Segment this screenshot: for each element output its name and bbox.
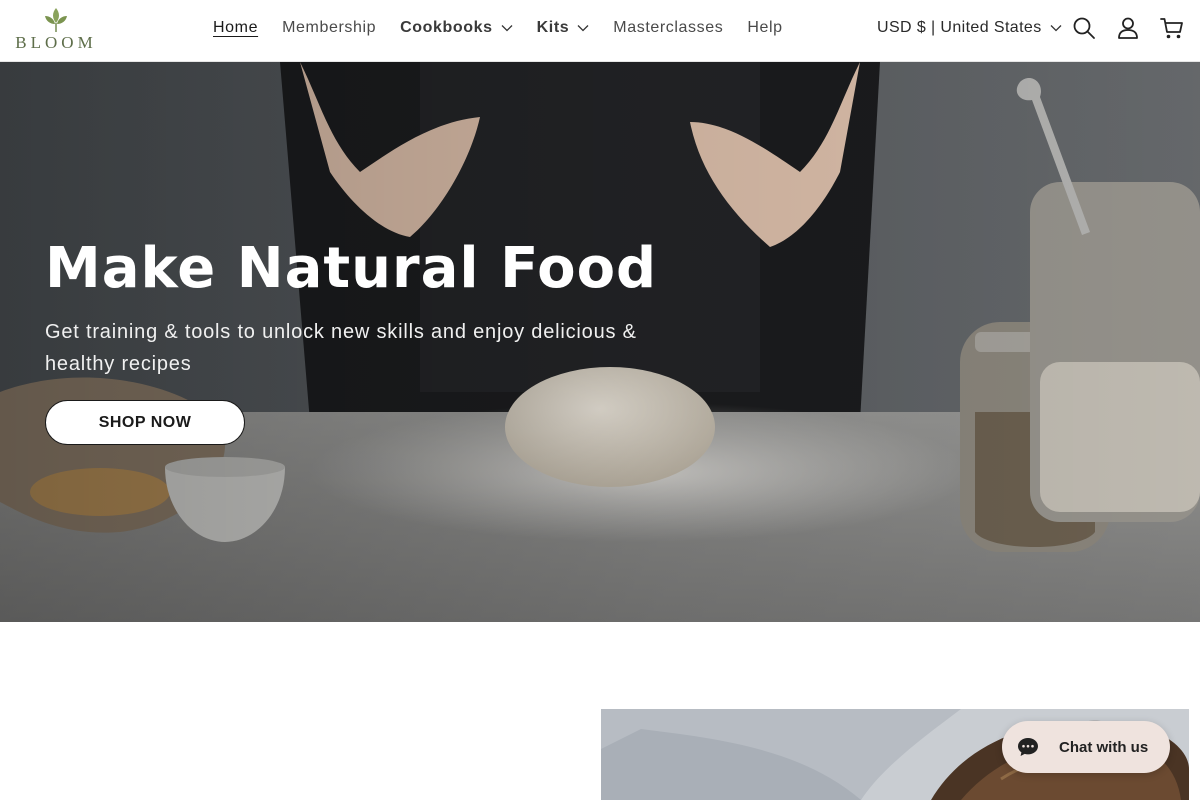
cart-button[interactable] [1159,15,1185,41]
nav-item-kits[interactable]: Kits [537,19,590,37]
nav-item-cookbooks[interactable]: Cookbooks [400,19,513,37]
leaf-logo-icon [45,8,67,32]
hero-banner: Make Natural Food Get training & tools t… [0,62,1200,622]
account-icon [1118,17,1138,39]
nav-item-label: Membership [282,19,377,36]
shop-now-button[interactable]: SHOP NOW [45,400,245,445]
nav-item-label: Home [213,19,259,36]
chat-bubble-icon [1018,738,1038,756]
chat-label: Chat with us [1059,738,1149,756]
nav-item-help[interactable]: Help [747,19,782,37]
hero-title: Make Natural Food [45,236,658,301]
logo-wordmark: BLOOM [15,33,97,52]
chevron-down-icon [577,25,589,32]
hero-subtitle: Get training & tools to unlock new skill… [45,321,637,375]
chat-widget-button[interactable]: Chat with us [1002,721,1170,773]
currency-label: USD $ | United States [877,19,1042,36]
account-button[interactable] [1115,15,1141,41]
nav-item-membership[interactable]: Membership [282,19,376,37]
cart-icon [1160,18,1183,39]
nav-item-label: Masterclasses [613,19,724,36]
nav-item-label: Kits [536,19,570,36]
site-header: BLOOM Home Membership Cookbooks Kits Mas… [0,0,1200,62]
currency-selector[interactable]: USD $ | United States [877,0,1062,56]
main-nav: Home Membership Cookbooks Kits Mastercla… [213,0,807,56]
nav-item-label: Help [747,19,783,36]
bloom-logo[interactable]: BLOOM [10,6,102,52]
search-icon [1073,17,1095,39]
nav-item-label: Cookbooks [400,19,493,36]
page: BLOOM Home Membership Cookbooks Kits Mas… [0,0,1200,800]
nav-item-home[interactable]: Home [213,19,258,37]
nav-item-masterclasses[interactable]: Masterclasses [613,19,723,37]
chevron-down-icon [501,25,513,32]
search-button[interactable] [1071,15,1097,41]
chevron-down-icon [1050,25,1062,32]
